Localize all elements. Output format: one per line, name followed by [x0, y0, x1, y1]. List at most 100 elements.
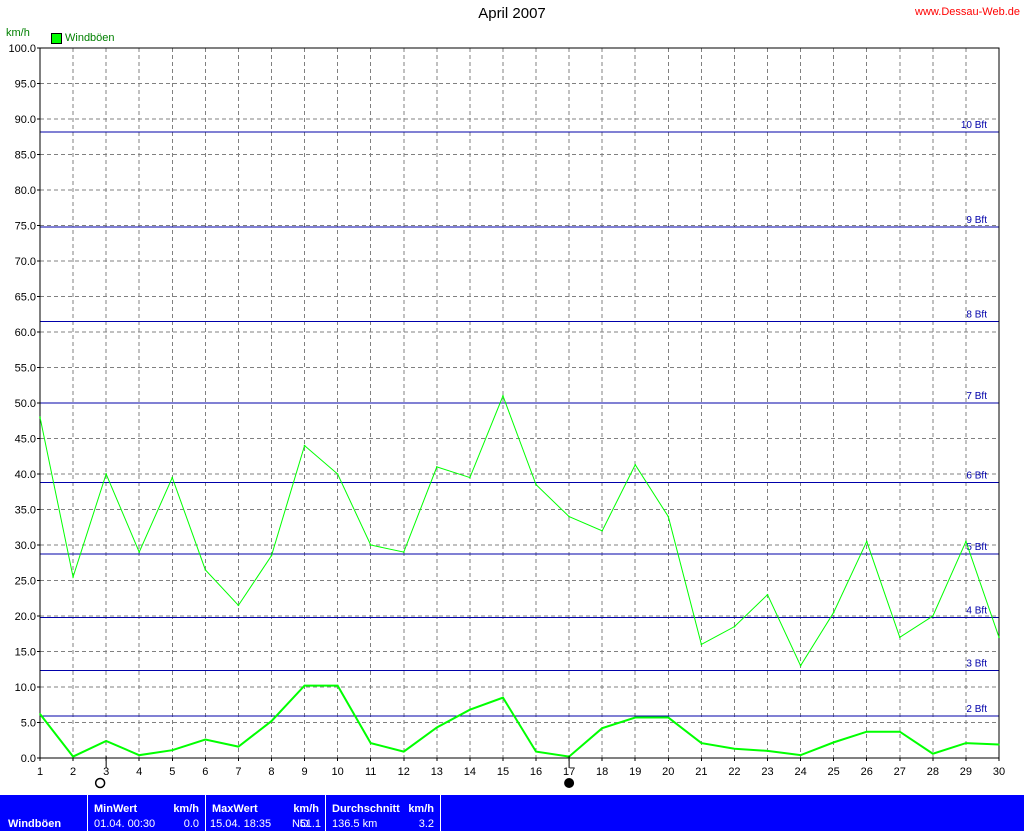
site-link[interactable]: www.Dessau-Web.de — [915, 6, 1020, 18]
x-tick-label: 29 — [960, 766, 972, 778]
data-point — [667, 515, 670, 518]
data-point — [965, 742, 967, 744]
data-point — [502, 395, 504, 397]
x-tick-label: 2 — [70, 766, 76, 778]
beaufort-label: 8 Bft — [966, 309, 987, 320]
data-point — [39, 713, 41, 715]
x-tick-label: 19 — [629, 766, 641, 778]
stats-avg-unit: km/h — [408, 803, 434, 815]
y-tick-label: 95.0 — [15, 79, 36, 91]
data-point — [138, 754, 141, 756]
beaufort-label: 10 Bft — [961, 120, 987, 131]
data-point — [204, 738, 207, 741]
data-point — [105, 740, 107, 742]
data-point — [204, 569, 207, 571]
x-tick-label: 14 — [464, 766, 476, 778]
data-point — [733, 747, 736, 750]
stats-min-time: 01.04. 00:30 — [94, 818, 156, 830]
data-point — [535, 483, 537, 486]
data-point — [39, 416, 41, 419]
stats-avg-distance: 136.5 km — [332, 818, 378, 830]
stats-min-header: MinWert — [94, 803, 138, 815]
y-tick-label: 60.0 — [15, 327, 36, 339]
x-tick-label: 18 — [596, 766, 608, 778]
data-point — [832, 611, 835, 614]
data-point — [932, 752, 934, 755]
data-point — [898, 730, 901, 733]
stats-max-header: MaxWert — [212, 803, 258, 815]
x-tick-label: 21 — [695, 766, 707, 778]
data-point — [171, 476, 174, 479]
x-tick-label: 8 — [268, 766, 274, 778]
full-moon-icon — [564, 778, 575, 788]
y-tick-label: 100.0 — [8, 43, 36, 55]
data-point — [336, 473, 339, 475]
x-tick-label: 13 — [431, 766, 443, 778]
data-point — [865, 540, 868, 543]
y-tick-label: 45.0 — [15, 434, 36, 446]
stats-max-value: 51.1 — [299, 818, 321, 830]
data-point — [799, 754, 802, 756]
data-point — [832, 741, 835, 744]
x-tick-label: 4 — [136, 766, 142, 778]
data-point — [436, 726, 438, 729]
x-tick-label: 24 — [794, 766, 806, 778]
y-tick-label: 25.0 — [15, 576, 36, 588]
y-tick-label: 40.0 — [15, 469, 36, 481]
beaufort-label: 7 Bft — [966, 391, 987, 402]
y-tick-label: 70.0 — [15, 256, 36, 268]
y-tick-label: 5.0 — [21, 718, 36, 730]
beaufort-label: 2 Bft — [966, 704, 987, 715]
data-point — [270, 720, 273, 722]
legend: Windböen — [51, 32, 115, 44]
y-tick-label: 85.0 — [15, 150, 36, 162]
stats-avg-header: Durchschnitt — [332, 803, 400, 815]
x-tick-label: 9 — [301, 766, 307, 778]
stats-max-unit: km/h — [293, 803, 319, 815]
stats-max-time: 15.04. 18:35 — [210, 818, 272, 830]
chart-area: 2 Bft3 Bft4 Bft5 Bft6 Bft7 Bft8 Bft9 Bft… — [8, 43, 1005, 789]
y-tick-label: 10.0 — [15, 682, 36, 694]
y-tick-label: 15.0 — [15, 647, 36, 659]
y-tick-label: 75.0 — [15, 221, 36, 233]
x-tick-label: 26 — [861, 766, 873, 778]
data-point — [469, 708, 471, 711]
stats-min-box: MinWert km/h 01.04. 00:30 0.0 — [87, 795, 205, 831]
data-point — [237, 745, 240, 748]
stats-min-value: 0.0 — [183, 818, 199, 830]
data-point — [436, 466, 438, 468]
x-tick-label: 16 — [530, 766, 542, 778]
data-point — [402, 551, 405, 553]
y-tick-label: 80.0 — [15, 185, 36, 197]
stats-min-unit: km/h — [173, 803, 199, 815]
data-point — [535, 750, 537, 753]
y-tick-label: 55.0 — [15, 363, 36, 375]
x-tick-label: 10 — [331, 766, 343, 778]
stats-max-box: MaxWert km/h 15.04. 18:35 NO 51.1 — [205, 795, 325, 831]
data-point — [932, 615, 934, 617]
data-point — [998, 636, 1000, 639]
x-tick-label: 28 — [927, 766, 939, 778]
data-point — [270, 554, 273, 557]
data-point — [138, 551, 141, 553]
data-point — [700, 742, 703, 744]
data-point — [998, 743, 1000, 746]
beaufort-label: 6 Bft — [966, 471, 987, 482]
data-point — [733, 625, 736, 628]
data-point — [72, 576, 74, 578]
x-tick-label: 5 — [169, 766, 175, 778]
data-point — [237, 604, 240, 607]
data-point — [766, 593, 769, 596]
beaufort-label: 3 Bft — [966, 659, 987, 670]
data-point — [601, 530, 603, 532]
data-point — [105, 473, 107, 475]
data-point — [568, 515, 570, 518]
stats-bar: Windböen MinWert km/h 01.04. 00:30 0.0 Max… — [0, 795, 1024, 831]
x-tick-label: 6 — [202, 766, 208, 778]
x-tick-label: 25 — [828, 766, 840, 778]
y-tick-label: 35.0 — [15, 505, 36, 517]
x-tick-label: 20 — [662, 766, 674, 778]
data-point — [965, 540, 967, 543]
data-point — [634, 716, 637, 719]
y-tick-label: 65.0 — [15, 292, 36, 304]
